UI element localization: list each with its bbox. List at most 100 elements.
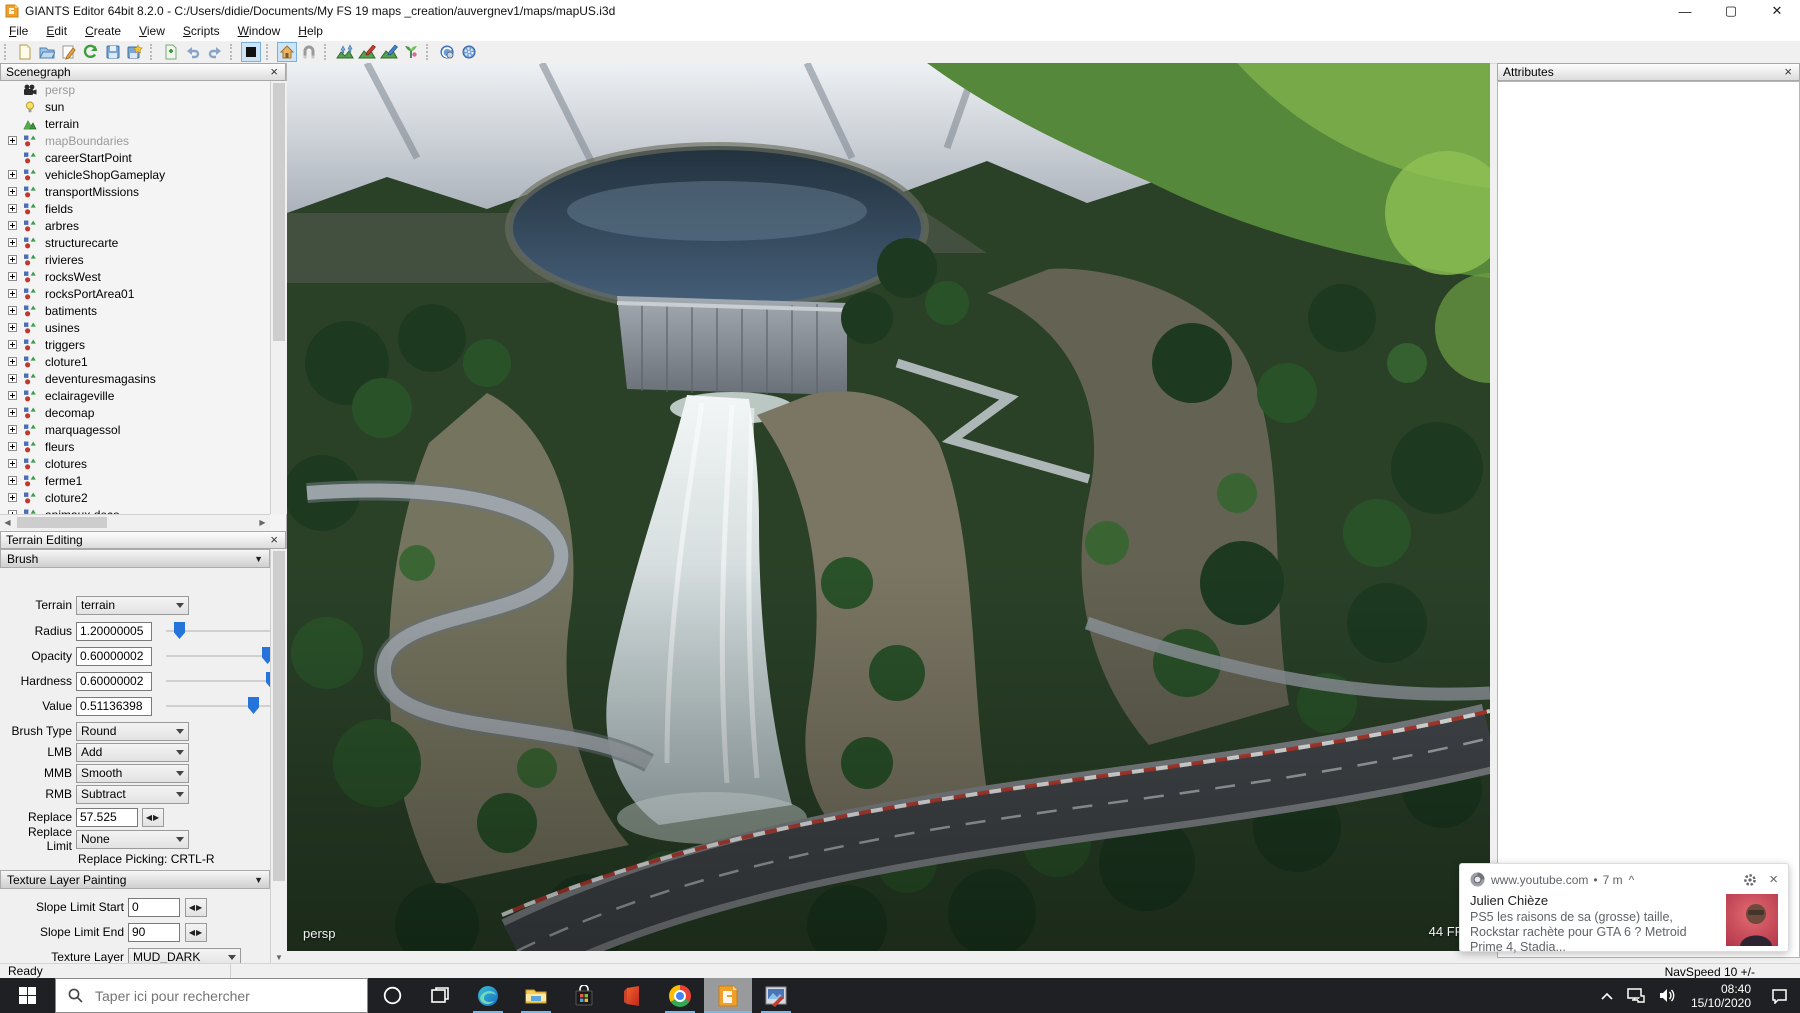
replace-limit-dropdown[interactable]: None — [76, 830, 189, 849]
tree-row[interactable]: rocksWest — [0, 268, 270, 285]
tree-item-label[interactable]: deventuresmagasins — [45, 372, 156, 386]
tree-row[interactable]: vehicleShopGameplay — [0, 166, 270, 183]
foliage-paint-icon[interactable] — [401, 42, 421, 62]
slope-limit-start-stepper[interactable]: ◀▶ — [185, 898, 207, 917]
expand-icon[interactable] — [8, 442, 17, 451]
close-button[interactable]: ✕ — [1754, 0, 1800, 22]
home-icon[interactable] — [277, 42, 297, 62]
tree-row[interactable]: fields — [0, 200, 270, 217]
maximize-button[interactable]: ▢ — [1708, 0, 1754, 22]
undo-icon[interactable] — [183, 42, 203, 62]
expand-icon[interactable] — [8, 204, 17, 213]
tree-item-label[interactable]: vehicleShopGameplay — [45, 168, 165, 182]
tree-item-label[interactable]: eclairageville — [45, 389, 114, 403]
radius-input[interactable] — [76, 622, 152, 641]
tree-row[interactable]: rocksPortArea01 — [0, 285, 270, 302]
taskbar-edge-icon[interactable] — [464, 978, 512, 1013]
taskbar-clock[interactable]: 08:40 15/10/2020 — [1683, 978, 1759, 1013]
render-fill-icon[interactable] — [241, 42, 261, 62]
expand-icon[interactable] — [8, 289, 17, 298]
tree-item-label[interactable]: decomap — [45, 406, 94, 420]
tree-row[interactable]: transportMissions — [0, 183, 270, 200]
terrain-paint-icon[interactable] — [357, 42, 377, 62]
magnet-icon[interactable] — [299, 42, 319, 62]
expand-icon[interactable] — [8, 493, 17, 502]
tree-row[interactable]: cloture2 — [0, 489, 270, 506]
tree-row[interactable]: deventuresmagasins — [0, 370, 270, 387]
terrain-sculpt-icon[interactable] — [335, 42, 355, 62]
expand-icon[interactable] — [8, 272, 17, 281]
rmb-dropdown[interactable]: Subtract — [76, 785, 189, 804]
menu-view[interactable]: View — [130, 22, 174, 41]
tree-item-label[interactable]: transportMissions — [45, 185, 139, 199]
expand-icon[interactable] — [8, 136, 17, 145]
slope-limit-start-input[interactable] — [128, 898, 180, 917]
tree-row[interactable]: clotures — [0, 455, 270, 472]
slope-limit-end-stepper[interactable]: ◀▶ — [185, 923, 207, 942]
import-icon[interactable] — [161, 42, 181, 62]
menu-window[interactable]: Window — [229, 22, 290, 41]
replace-input[interactable] — [76, 808, 138, 827]
taskbar-giants-editor-icon[interactable] — [704, 978, 752, 1013]
browser-notification[interactable]: www.youtube.com • 7 m ^ × Julien Chièze … — [1459, 863, 1789, 952]
tree-row[interactable]: marquagessol — [0, 421, 270, 438]
gear-sync-icon[interactable] — [459, 42, 479, 62]
menu-create[interactable]: Create — [76, 22, 130, 41]
scenegraph-header[interactable]: Scenegraph × — [0, 63, 286, 81]
terrain-dropdown[interactable]: terrain — [76, 596, 189, 615]
expand-icon[interactable] — [8, 255, 17, 264]
redo-icon[interactable] — [205, 42, 225, 62]
start-button[interactable] — [0, 978, 55, 1013]
tree-item-label[interactable]: clotures — [45, 457, 87, 471]
scroll-left-icon[interactable]: ◀ — [0, 518, 15, 527]
tree-item-label[interactable]: terrain — [45, 117, 79, 131]
expand-icon[interactable] — [8, 340, 17, 349]
tree-item-label[interactable]: sun — [45, 100, 64, 114]
attributes-header[interactable]: Attributes × — [1497, 63, 1800, 81]
menu-scripts[interactable]: Scripts — [174, 22, 229, 41]
expand-icon[interactable] — [8, 187, 17, 196]
close-icon[interactable]: × — [268, 66, 280, 78]
collapse-chevron-icon[interactable]: ^ — [1629, 873, 1635, 887]
tree-item-label[interactable]: ferme1 — [45, 474, 82, 488]
lmb-dropdown[interactable]: Add — [76, 743, 189, 762]
tree-item-label[interactable]: careerStartPoint — [45, 151, 132, 165]
taskbar-file-explorer-icon[interactable] — [512, 978, 560, 1013]
brush-type-dropdown[interactable]: Round — [76, 722, 189, 741]
tree-item-label[interactable]: batiments — [45, 304, 97, 318]
tree-row[interactable]: fleurs — [0, 438, 270, 455]
edit-script-icon[interactable] — [59, 42, 79, 62]
tree-row[interactable]: structurecarte — [0, 234, 270, 251]
tree-item-label[interactable]: rivieres — [45, 253, 84, 267]
tree-item-label[interactable]: marquagessol — [45, 423, 120, 437]
taskbar-chrome-icon[interactable] — [656, 978, 704, 1013]
tree-item-label[interactable]: usines — [45, 321, 80, 335]
expand-icon[interactable] — [8, 221, 17, 230]
tree-item-label[interactable]: fleurs — [45, 440, 74, 454]
expand-icon[interactable] — [8, 408, 17, 417]
gear-icon[interactable] — [1743, 873, 1757, 887]
expand-icon[interactable] — [8, 306, 17, 315]
tree-row[interactable]: triggers — [0, 336, 270, 353]
taskbar-image-editor-icon[interactable] — [752, 978, 800, 1013]
tree-row[interactable]: decomap — [0, 404, 270, 421]
tree-row[interactable]: persp — [0, 81, 270, 98]
mmb-dropdown[interactable]: Smooth — [76, 764, 189, 783]
menu-edit[interactable]: Edit — [37, 22, 76, 41]
tree-row[interactable]: mapBoundaries — [0, 132, 270, 149]
expand-icon[interactable] — [8, 459, 17, 468]
save-icon[interactable] — [103, 42, 123, 62]
close-icon[interactable]: × — [1782, 66, 1794, 78]
tree-row[interactable]: careerStartPoint — [0, 149, 270, 166]
action-center-icon[interactable] — [1759, 978, 1800, 1013]
open-file-icon[interactable] — [37, 42, 57, 62]
3d-viewport[interactable]: persp 44 FPS — [287, 63, 1490, 951]
scrollbar-thumb[interactable] — [17, 517, 107, 528]
opacity-slider[interactable] — [166, 647, 284, 665]
radius-slider[interactable] — [166, 622, 284, 640]
tree-row[interactable]: terrain — [0, 115, 270, 132]
collapse-arrow-icon[interactable]: ▼ — [254, 554, 263, 564]
tree-item-label[interactable]: structurecarte — [45, 236, 118, 250]
tree-item-label[interactable]: cloture2 — [45, 491, 88, 505]
tree-item-label[interactable]: persp — [45, 83, 75, 97]
